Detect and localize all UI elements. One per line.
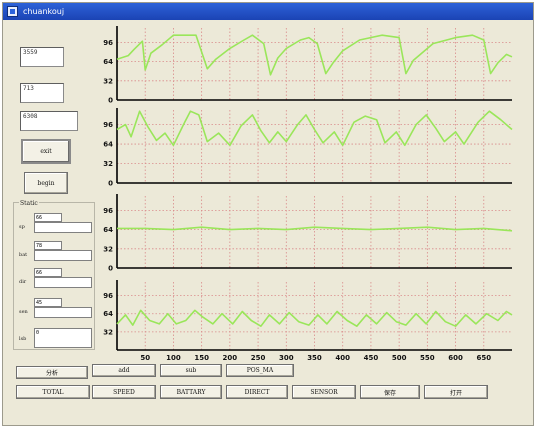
save-button[interactable]: 保存 (360, 385, 420, 399)
x-tick-label: 400 (335, 354, 350, 362)
y-tick-label: 0 (108, 97, 113, 105)
sub-button[interactable]: sub (160, 364, 222, 377)
signal-trace-2 (116, 110, 513, 147)
plot-panel-3: 96 64 32 0 (103, 194, 513, 273)
open-button[interactable]: 打开 (424, 385, 488, 399)
y-tick-label: 32 (103, 77, 113, 85)
y-tick-label: 0 (108, 265, 113, 273)
y-tick-label: 32 (103, 328, 113, 336)
y-tick-label: 64 (103, 141, 113, 149)
x-tick-label: 450 (364, 354, 379, 362)
x-tick-label: 50 (140, 354, 150, 362)
y-tick-label: 64 (103, 310, 113, 318)
plot-panel-2: 96 64 32 0 (103, 108, 513, 188)
y-tick-label: 96 (103, 292, 113, 300)
y-tick-label: 0 (108, 180, 113, 188)
x-tick-label: 300 (279, 354, 294, 362)
add-button[interactable]: add (92, 364, 156, 377)
x-tick-label: 250 (251, 354, 266, 362)
y-tick-label: 96 (103, 207, 113, 215)
y-tick-label: 32 (103, 160, 113, 168)
plot-panel-4: 96 64 32 (103, 280, 513, 351)
x-tick-label: 200 (223, 354, 238, 362)
pos-ma-button[interactable]: POS_MA (226, 364, 294, 377)
x-tick-label: 550 (420, 354, 435, 362)
x-tick-label: 100 (166, 354, 181, 362)
total-button[interactable]: TOTAL (16, 385, 90, 399)
y-tick-label: 64 (103, 226, 113, 234)
plot-area: 96 64 32 0 96 64 32 0 96 64 32 0 96 64 32 (103, 26, 513, 351)
y-tick-label: 96 (103, 121, 113, 129)
x-tick-label: 500 (392, 354, 407, 362)
speed-button[interactable]: SPEED (92, 385, 156, 399)
y-tick-label: 96 (103, 39, 113, 47)
sensor-button[interactable]: SENSOR (292, 385, 356, 399)
x-tick-label: 150 (194, 354, 209, 362)
x-axis: 50 100 150 200 250 300 350 400 450 500 550 600 650 (140, 354, 491, 362)
direct-button[interactable]: DIRECT (226, 385, 288, 399)
x-tick-label: 350 (307, 354, 322, 362)
plot-panel-1: 96 64 32 0 (103, 26, 513, 105)
y-tick-label: 32 (103, 245, 113, 253)
battary-button[interactable]: BATTARY (160, 385, 222, 399)
signal-trace-1 (116, 34, 513, 76)
x-tick-label: 600 (448, 354, 463, 362)
x-tick-label: 650 (476, 354, 491, 362)
signal-trace-4 (116, 309, 513, 327)
y-tick-label: 64 (103, 58, 113, 66)
analyze-button[interactable]: 分析 (16, 366, 88, 379)
